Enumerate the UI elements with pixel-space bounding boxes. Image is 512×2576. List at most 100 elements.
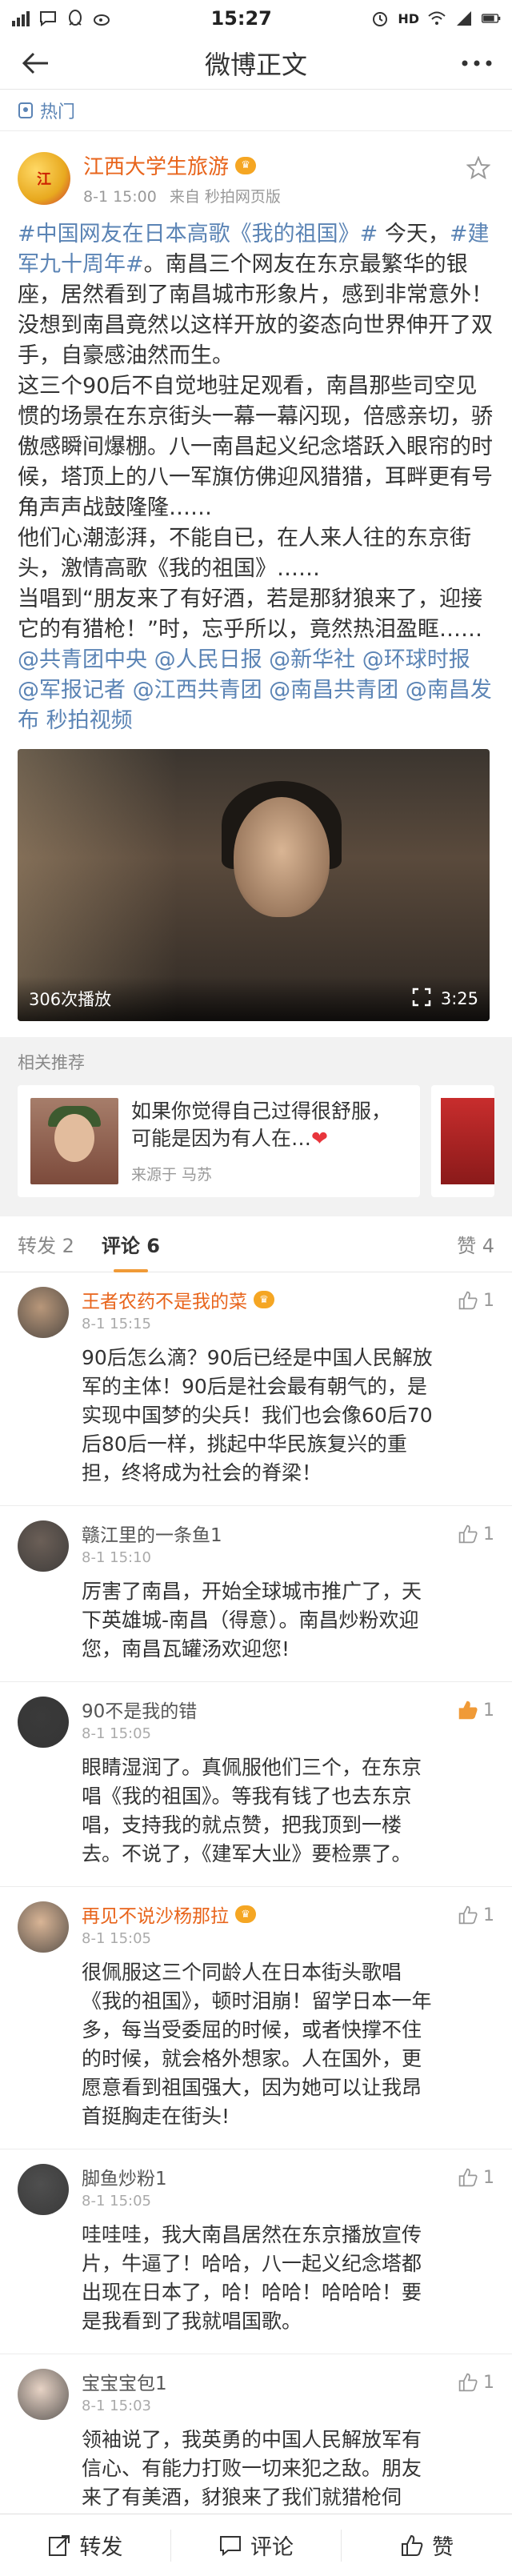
status-left-icons xyxy=(11,9,112,28)
comment-like-button[interactable]: 1 xyxy=(458,1905,494,1925)
like-button[interactable]: 赞 xyxy=(342,2530,512,2562)
commenter-avatar[interactable] xyxy=(18,1287,69,1338)
thumbs-up-icon xyxy=(458,1701,478,1720)
vip-badge-icon: ♛ xyxy=(235,1905,256,1923)
recommend-section: 相关推荐 如果你觉得自己过得很舒服，可能是因为有人在…❤ 来源于 马苏 xyxy=(0,1037,512,1197)
post-time: 8-1 15:00 xyxy=(83,188,157,206)
comment-time: 8-1 15:05 xyxy=(82,1725,151,1742)
heart-icon: ❤ xyxy=(311,1127,328,1150)
recommend-card-partial[interactable] xyxy=(430,1085,494,1197)
video-frame-face xyxy=(234,797,330,917)
location-pin-icon xyxy=(18,102,33,118)
post-link[interactable]: #中国网友在日本高歌《我的祖国》# xyxy=(18,222,378,246)
recommend-title-text: 如果你觉得自己过得很舒服，可能是因为有人在… xyxy=(131,1100,392,1150)
tab-like[interactable]: 赞 4 xyxy=(457,1216,494,1272)
comment-like-button[interactable]: 1 xyxy=(458,1290,494,1311)
tab-repost[interactable]: 转发 2 xyxy=(18,1216,74,1272)
comment-like-button[interactable]: 1 xyxy=(458,1524,494,1544)
commenter-avatar[interactable] xyxy=(18,2164,69,2215)
recommend-title: 如果你觉得自己过得很舒服，可能是因为有人在…❤ xyxy=(131,1098,407,1152)
more-button[interactable] xyxy=(459,46,494,81)
wifi-icon xyxy=(427,9,446,28)
comment-time: 8-1 15:15 xyxy=(82,1316,151,1332)
recommend-label: 相关推荐 xyxy=(18,1053,85,1072)
commenter-name-row: 宝宝宝包1 xyxy=(82,2369,438,2394)
fullscreen-button[interactable] xyxy=(412,988,431,1011)
commenter-avatar[interactable] xyxy=(18,1901,69,1953)
hot-label-strip[interactable]: 热门 xyxy=(0,90,512,131)
comment-like-button[interactable]: 1 xyxy=(458,2167,494,2188)
post-paragraph: 这三个90后不自觉地驻足观看，南昌那些司空见惯的场景在东京街头一幕一幕闪现，倍感… xyxy=(18,371,494,523)
comment-time: 8-1 15:05 xyxy=(82,1930,151,1947)
comment-like-count: 1 xyxy=(483,1905,494,1925)
commenter-name[interactable]: 再见不说沙杨那拉 xyxy=(82,1901,229,1928)
nav-bar: 微博正文 xyxy=(0,37,512,90)
comment-item[interactable]: 赣江里的一条鱼1 8-1 15:10 厉害了南昌，开始全球城市推广了，天下英雄城… xyxy=(0,1506,512,1682)
post-text-segment: 他们心潮澎湃，不能自已，在人来人往的东京街头，激情高歌《我的祖国》…… xyxy=(18,526,471,581)
comment-main: 再见不说沙杨那拉 ♛ 8-1 15:05 很佩服这三个同龄人在日本街头歌唱《我的… xyxy=(82,1901,494,2131)
vip-badge-icon: ♛ xyxy=(235,156,257,174)
favorite-button[interactable] xyxy=(462,152,494,184)
comment-item[interactable]: 脚鱼炒粉1 8-1 15:05 哇哇哇，我大南昌居然在东京播放宣传片，牛逼了！哈… xyxy=(0,2149,512,2354)
commenter-name[interactable]: 王者农药不是我的菜 xyxy=(82,1286,247,1313)
video-duration: 3:25 xyxy=(440,989,478,1008)
comment-text: 厉害了南昌，开始全球城市推广了，天下英雄城-南昌（得意）。南昌炒粉欢迎您，南昌瓦… xyxy=(82,1580,422,1661)
avatar-text: 江 xyxy=(37,171,51,188)
signal-icon xyxy=(454,9,474,28)
post-source: 来自 秒拍网页版 xyxy=(169,188,281,206)
tab-comment[interactable]: 评论 6 xyxy=(102,1216,160,1272)
thumbs-up-icon xyxy=(458,1291,478,1310)
commenter-name[interactable]: 脚鱼炒粉1 xyxy=(82,2163,167,2190)
commenter-name-row: 再见不说沙杨那拉 ♛ xyxy=(82,1901,438,1927)
author-name[interactable]: 江西大学生旅游 xyxy=(83,150,229,180)
more-dots-icon xyxy=(462,60,492,66)
commenter-name[interactable]: 90不是我的错 xyxy=(82,1696,197,1723)
post-link[interactable]: 秒拍视频 xyxy=(46,708,133,733)
comment-item[interactable]: 再见不说沙杨那拉 ♛ 8-1 15:05 很佩服这三个同龄人在日本街头歌唱《我的… xyxy=(0,1887,512,2149)
like-label: 赞 xyxy=(432,2535,454,2560)
back-button[interactable] xyxy=(18,46,53,81)
video-play-count: 306次播放 xyxy=(29,990,112,1009)
commenter-name[interactable]: 赣江里的一条鱼1 xyxy=(82,1520,222,1547)
commenter-name-row: 赣江里的一条鱼1 xyxy=(82,1520,438,1546)
comment-like-count: 1 xyxy=(483,2372,494,2393)
recommend-card[interactable]: 如果你觉得自己过得很舒服，可能是因为有人在…❤ 来源于 马苏 xyxy=(18,1085,420,1197)
video-player[interactable]: 306次播放 3:25 xyxy=(18,749,490,1021)
chat-bubble-icon xyxy=(38,9,58,28)
comment-label: 评论 xyxy=(250,2535,294,2560)
repost-button[interactable]: 转发 xyxy=(0,2529,171,2562)
post-text-segment: 这三个90后不自觉地驻足观看，南昌那些司空见惯的场景在东京街头一幕一幕闪现，倍感… xyxy=(18,374,493,520)
arrow-left-icon xyxy=(22,52,48,74)
signal-4g-icon xyxy=(11,9,30,28)
vip-badge-icon: ♛ xyxy=(254,1291,274,1308)
repost-label: 转发 xyxy=(79,2535,123,2560)
post-card: 江 江西大学生旅游 ♛ 8-1 15:00 来自 秒拍网页版 #中国网友在日本高… xyxy=(0,131,512,1037)
status-right-icons: HD xyxy=(370,9,501,28)
comment-item[interactable]: 王者农药不是我的菜 ♛ 8-1 15:15 90后怎么滴？90后已经是中国人民解… xyxy=(0,1272,512,1506)
qq-icon xyxy=(66,9,85,28)
comment-like-button[interactable]: 1 xyxy=(458,2372,494,2393)
commenter-name-row: 王者农药不是我的菜 ♛ xyxy=(82,1287,438,1312)
star-icon xyxy=(466,156,490,180)
commenter-avatar[interactable] xyxy=(18,2369,69,2420)
comment-time: 8-1 15:10 xyxy=(82,1549,151,1566)
comment-like-button[interactable]: 1 xyxy=(458,1700,494,1721)
commenter-name[interactable]: 宝宝宝包1 xyxy=(82,2368,167,2395)
post-header: 江 江西大学生旅游 ♛ 8-1 15:00 来自 秒拍网页版 xyxy=(18,144,494,213)
comment-button[interactable]: 评论 xyxy=(171,2529,342,2562)
thumbs-up-icon xyxy=(458,1905,478,1925)
comment-main: 赣江里的一条鱼1 8-1 15:10 厉害了南昌，开始全球城市推广了，天下英雄城… xyxy=(82,1520,494,1664)
commenter-avatar[interactable] xyxy=(18,1520,69,1572)
recommend-row: 如果你觉得自己过得很舒服，可能是因为有人在…❤ 来源于 马苏 xyxy=(18,1085,494,1197)
bottom-action-bar: 转发 评论 赞 xyxy=(0,2514,512,2576)
page-title: 微博正文 xyxy=(204,49,307,80)
commenter-avatar[interactable] xyxy=(18,1697,69,1748)
status-time: 15:27 xyxy=(210,7,272,30)
comment-item[interactable]: 90不是我的错 8-1 15:05 眼睛湿润了。真佩服他们三个，在东京唱《我的祖… xyxy=(0,1682,512,1887)
author-name-row[interactable]: 江西大学生旅游 ♛ xyxy=(83,150,281,180)
commenter-name-row: 脚鱼炒粉1 xyxy=(82,2164,438,2189)
author-avatar[interactable]: 江 xyxy=(18,152,70,205)
comment-like-count: 1 xyxy=(483,1524,494,1544)
recommend-source: 来源于 马苏 xyxy=(131,1166,213,1184)
post-paragraph: #中国网友在日本高歌《我的祖国》# 今天，#建军九十周年#。南昌三个网友在东京最… xyxy=(18,219,494,371)
